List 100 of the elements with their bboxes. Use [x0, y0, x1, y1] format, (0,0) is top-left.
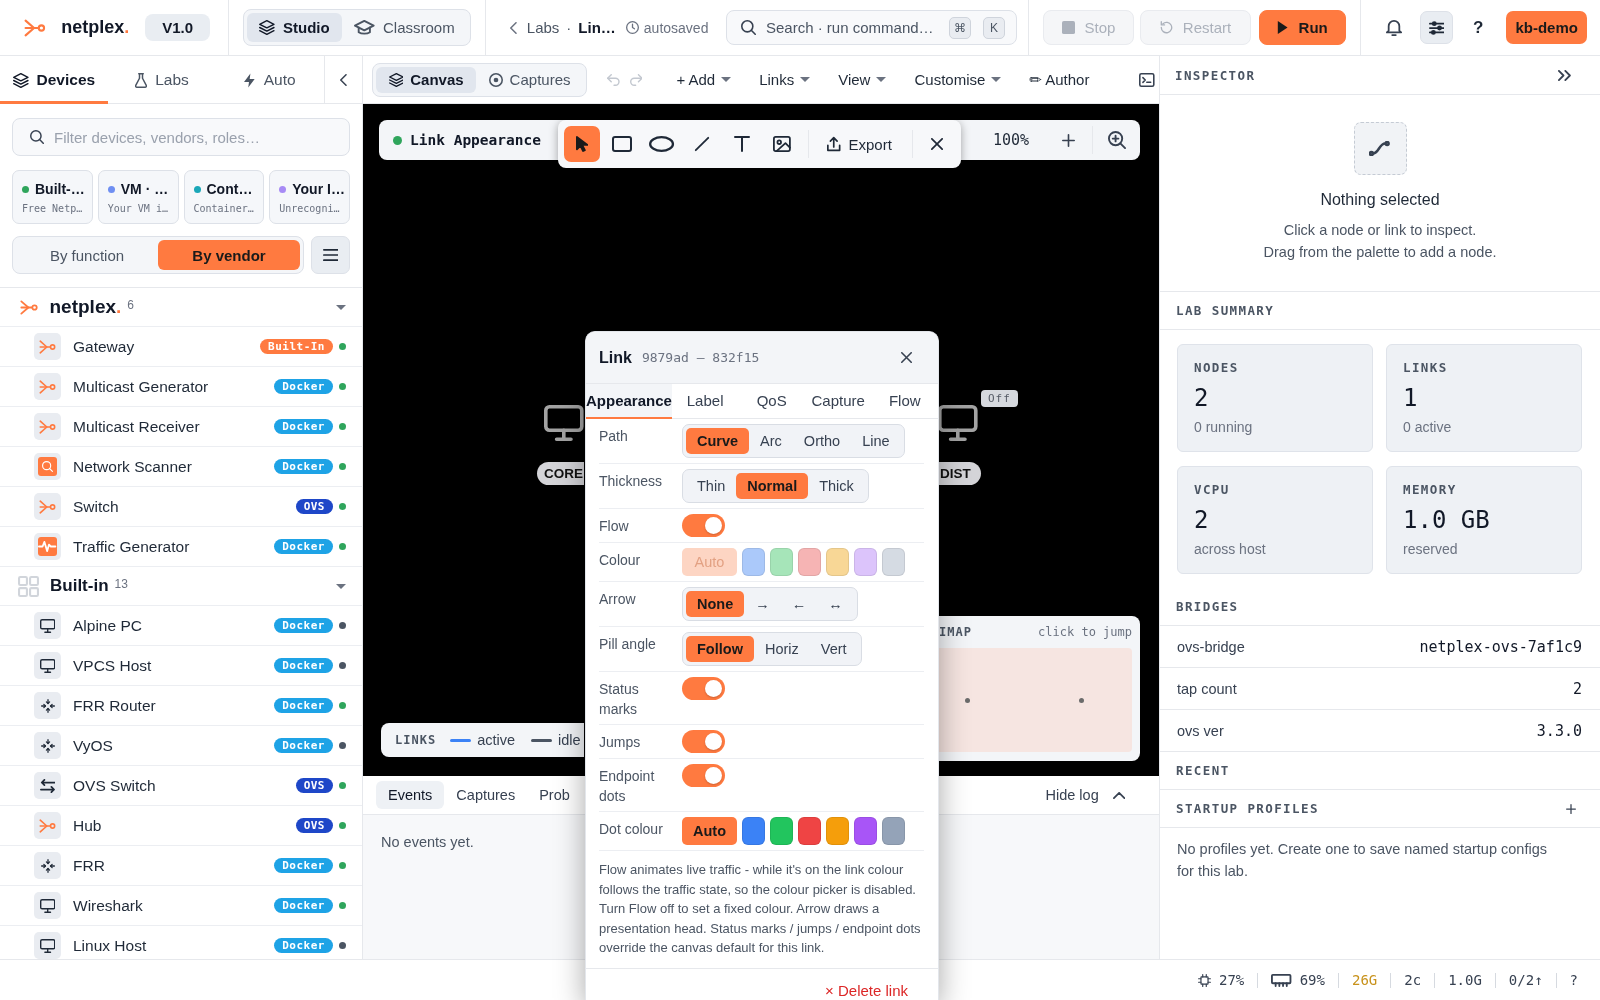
zoom-in-icon[interactable] — [1108, 131, 1126, 149]
segment-option[interactable]: Curve — [686, 428, 750, 454]
device-item[interactable]: FRR Router Docker — [0, 686, 362, 726]
source-card[interactable]: Built-… Free Netp… — [12, 170, 93, 224]
tool-button[interactable] — [564, 126, 600, 162]
toggle-switch[interactable] — [682, 514, 725, 537]
mode-tab[interactable]: Studio — [247, 13, 343, 42]
segment-option[interactable]: ← — [780, 591, 818, 617]
colour-swatch-icon[interactable] — [770, 817, 793, 845]
hide-log-button[interactable]: Hide log — [1045, 787, 1125, 803]
runtime-tag: OVS — [295, 499, 333, 514]
segment-option[interactable]: None — [686, 591, 745, 617]
menu-button[interactable]: ✏ Author — [1029, 70, 1090, 89]
plus-icon[interactable] — [1566, 803, 1576, 814]
device-item[interactable]: Switch OVS — [0, 487, 362, 527]
source-card[interactable]: Your I… Unrecogni… — [269, 170, 350, 224]
export-button[interactable]: Export — [817, 126, 904, 162]
chevron-left-icon[interactable] — [340, 73, 347, 86]
device-item[interactable]: Hub OVS — [0, 806, 362, 846]
breadcrumb-link[interactable]: Labs — [526, 19, 560, 36]
grouping-option[interactable]: By function — [16, 240, 158, 270]
segment-option[interactable]: ↔ — [817, 591, 854, 617]
colour-swatch-icon[interactable] — [798, 817, 821, 845]
dialog-tab[interactable]: Capture — [804, 384, 872, 419]
caret-down-icon[interactable] — [336, 583, 346, 589]
delete-link-button[interactable]: × Delete link — [825, 981, 908, 999]
node-label[interactable]: DIST — [938, 462, 981, 485]
dialog-tab[interactable]: Flow — [871, 384, 938, 419]
search-field[interactable]: Search · run command… ⌘ K — [726, 10, 1017, 45]
chevron-left-icon[interactable] — [510, 21, 517, 34]
sliders-button[interactable] — [1420, 11, 1453, 44]
source-card[interactable]: Cont… Container… — [183, 170, 265, 224]
device-item[interactable]: Traffic Generator Docker — [0, 527, 362, 567]
mode-tab[interactable]: Classroom — [342, 13, 467, 42]
account-button[interactable]: kb-demo — [1506, 11, 1587, 44]
caret-down-icon[interactable] — [336, 304, 346, 310]
colour-swatch-icon[interactable] — [854, 817, 877, 845]
toggle-switch[interactable] — [682, 764, 725, 787]
device-item[interactable]: VyOS Docker — [0, 726, 362, 766]
bell-icon[interactable] — [1386, 19, 1402, 36]
colour-swatch-icon[interactable] — [826, 817, 849, 845]
monitor-icon[interactable] — [544, 405, 584, 441]
dialog-tab[interactable]: QoS — [738, 384, 805, 419]
segment-option[interactable]: Horiz — [753, 636, 810, 662]
device-item[interactable]: Alpine PC Docker — [0, 606, 362, 646]
property-name: ovs-bridge — [1177, 638, 1245, 655]
device-item[interactable]: VPCS Host Docker — [0, 646, 362, 686]
dialog-tab[interactable]: Appearance — [586, 384, 672, 419]
sidebar-tab[interactable]: Labs — [108, 56, 216, 104]
sidebar-tab[interactable]: Auto — [216, 56, 324, 104]
node-label[interactable]: CORE — [537, 462, 584, 485]
menu-button[interactable]: Customise — [914, 71, 1002, 88]
caret-down-icon — [876, 77, 887, 82]
device-item[interactable]: Network Scanner Docker — [0, 447, 362, 487]
segment-option[interactable]: Thin — [686, 473, 737, 499]
view-tab[interactable]: Captures — [476, 66, 583, 93]
segment-option[interactable]: Line — [851, 428, 901, 454]
help-button[interactable]: ? — [1473, 17, 1484, 38]
segment-option[interactable]: Thick — [808, 473, 865, 499]
segment-option[interactable]: → — [744, 591, 781, 617]
ellipse-icon — [649, 136, 675, 152]
grouping-option[interactable]: By vendor — [158, 240, 300, 270]
view-tab[interactable]: Canvas — [376, 66, 477, 93]
menu-button[interactable] — [311, 236, 350, 274]
segment-option[interactable]: Arc — [749, 428, 793, 454]
device-item[interactable]: FRR Docker — [0, 846, 362, 886]
help-button[interactable]: ? — [1569, 972, 1578, 988]
device-item[interactable]: OVS Switch OVS — [0, 766, 362, 806]
menu-button[interactable]: View — [838, 71, 887, 88]
device-item[interactable]: Multicast Receiver Docker — [0, 407, 362, 447]
menu-button[interactable]: + Add — [676, 71, 732, 88]
double-chevron-right-icon[interactable] — [1558, 69, 1571, 81]
field-label: Status marks — [599, 680, 640, 719]
toggle-switch[interactable] — [682, 677, 725, 700]
device-name: VPCS Host — [73, 656, 152, 675]
close-icon[interactable] — [901, 352, 912, 363]
log-tab[interactable]: Captures — [444, 781, 528, 809]
source-card[interactable]: VM · … Your VM i… — [97, 170, 179, 224]
four-arrows-icon — [34, 852, 61, 879]
plus-icon[interactable] — [1062, 133, 1075, 147]
log-tab[interactable]: Prob — [527, 781, 582, 809]
colour-swatch-icon[interactable] — [742, 817, 765, 845]
colour-swatch-icon[interactable] — [882, 817, 905, 845]
device-item[interactable]: Linux Host Docker — [0, 926, 362, 959]
log-tab[interactable]: Events — [376, 781, 445, 809]
run-button[interactable]: Run — [1259, 10, 1346, 45]
dialog-tab[interactable]: Label — [671, 384, 739, 419]
segment-option[interactable]: Follow — [686, 636, 754, 662]
segment-option[interactable]: Vert — [809, 636, 858, 662]
terminal-icon[interactable] — [1139, 72, 1155, 87]
segment-option[interactable]: Normal — [736, 473, 809, 499]
segment-option[interactable]: Ortho — [792, 428, 852, 454]
device-item[interactable]: Wireshark Docker — [0, 886, 362, 926]
sidebar-tab[interactable]: Devices — [0, 56, 108, 104]
menu-button[interactable]: Links — [759, 71, 811, 88]
monitor-icon[interactable] — [938, 405, 978, 441]
device-item[interactable]: Gateway Built-In — [0, 327, 362, 367]
auto-option[interactable]: Auto — [682, 817, 737, 845]
toggle-switch[interactable] — [682, 730, 725, 753]
device-item[interactable]: Multicast Generator Docker — [0, 367, 362, 407]
